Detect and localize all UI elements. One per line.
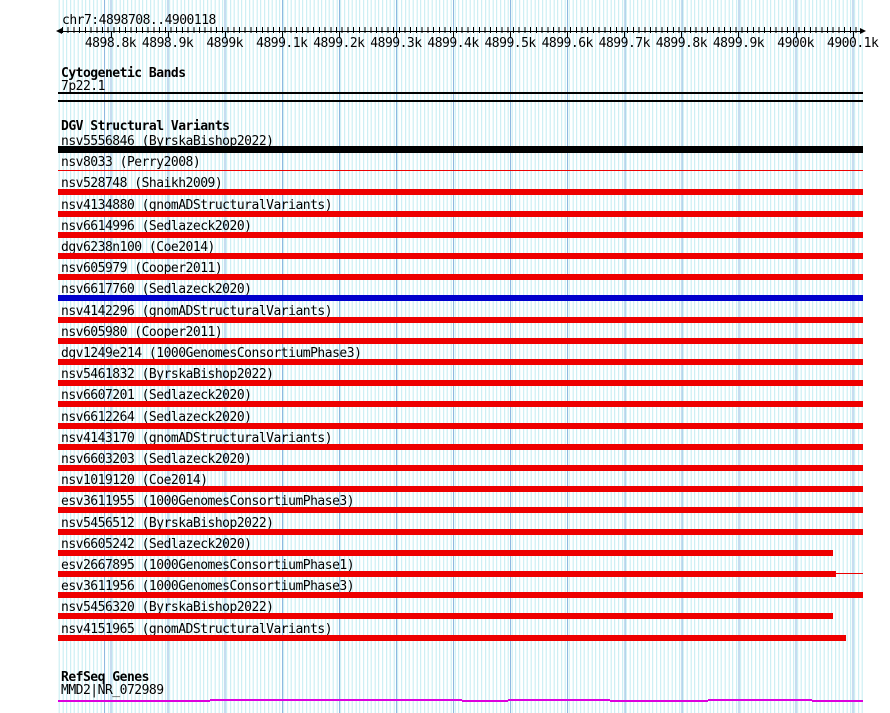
ruler-tick-label: 4899.1k xyxy=(256,36,308,51)
gene-line-segment[interactable] xyxy=(708,699,812,701)
gene-line-segment[interactable] xyxy=(462,700,508,702)
variant-bar[interactable] xyxy=(58,592,863,599)
variant-bar[interactable] xyxy=(58,549,834,556)
ruler-tick-label: 4900k xyxy=(777,36,814,51)
gene-line-segment[interactable] xyxy=(210,699,462,701)
ruler-tick-label: 4899.2k xyxy=(313,36,365,51)
ruler-tick-label: 4899.9k xyxy=(712,36,765,51)
variant-bar-thin-extension[interactable] xyxy=(835,573,863,574)
variant-bar[interactable] xyxy=(58,443,863,450)
variant-bar[interactable] xyxy=(58,231,863,238)
variant-bar[interactable] xyxy=(58,337,863,344)
ruler-tick-label: 4900.1k xyxy=(827,36,879,51)
ruler-tick-label: 4899.3k xyxy=(370,36,422,51)
ruler-tick-label: 4899.5k xyxy=(484,36,536,51)
variant-bar[interactable] xyxy=(58,613,834,620)
variant-bar[interactable] xyxy=(58,316,863,323)
variant-label: nsv8033 (Perry2008) xyxy=(61,155,201,171)
genome-browser-view: chr7:4898708..4900118 4898.8k 4898.9k 4899… xyxy=(0,0,890,713)
cytoband-bar[interactable] xyxy=(58,92,863,94)
variant-bar[interactable] xyxy=(58,274,863,281)
gene-line-segment[interactable] xyxy=(610,700,708,702)
ruler-tick-label: 4898.9k xyxy=(141,36,194,51)
variant-bar[interactable] xyxy=(58,401,863,408)
variant-bar[interactable] xyxy=(58,189,863,196)
ruler-right-arrow-icon xyxy=(860,28,866,34)
gene-line-segment[interactable] xyxy=(58,700,210,702)
gene-label: MMD2|NR_072989 xyxy=(61,683,164,698)
gene-line-segment[interactable] xyxy=(812,700,863,702)
section-divider xyxy=(58,100,863,102)
variant-bar[interactable] xyxy=(58,295,863,302)
section-title-dgv-structural-variants: DGV Structural Variants xyxy=(61,119,230,134)
ruler-tick-label: 4899.8k xyxy=(655,36,708,51)
variant-bar[interactable] xyxy=(58,634,847,641)
ruler-minor-ticks xyxy=(62,27,860,33)
variant-bar[interactable] xyxy=(58,146,863,153)
variant-bar[interactable] xyxy=(58,253,863,259)
gene-line-segment[interactable] xyxy=(508,699,610,701)
ruler-tick-label: 4899k xyxy=(206,36,243,51)
ruler-tick-label: 4899.6k xyxy=(541,36,594,51)
variant-bar[interactable] xyxy=(58,528,863,535)
variant-bar[interactable] xyxy=(58,422,863,429)
variant-bar[interactable] xyxy=(58,359,863,365)
variant-bar[interactable] xyxy=(58,210,863,217)
variant-bar[interactable] xyxy=(58,380,863,387)
ruler-tick-label: 4899.7k xyxy=(598,36,651,51)
ruler-tick-label: 4898.8k xyxy=(84,36,137,51)
variant-bar[interactable] xyxy=(58,507,863,514)
variant-bar[interactable] xyxy=(58,170,863,172)
variant-bar[interactable] xyxy=(58,465,863,471)
region-position-label: chr7:4898708..4900118 xyxy=(62,13,216,28)
ruler-tick-label: 4899.4k xyxy=(427,36,479,51)
variant-bar[interactable] xyxy=(58,486,863,493)
variant-bar[interactable] xyxy=(58,571,836,577)
